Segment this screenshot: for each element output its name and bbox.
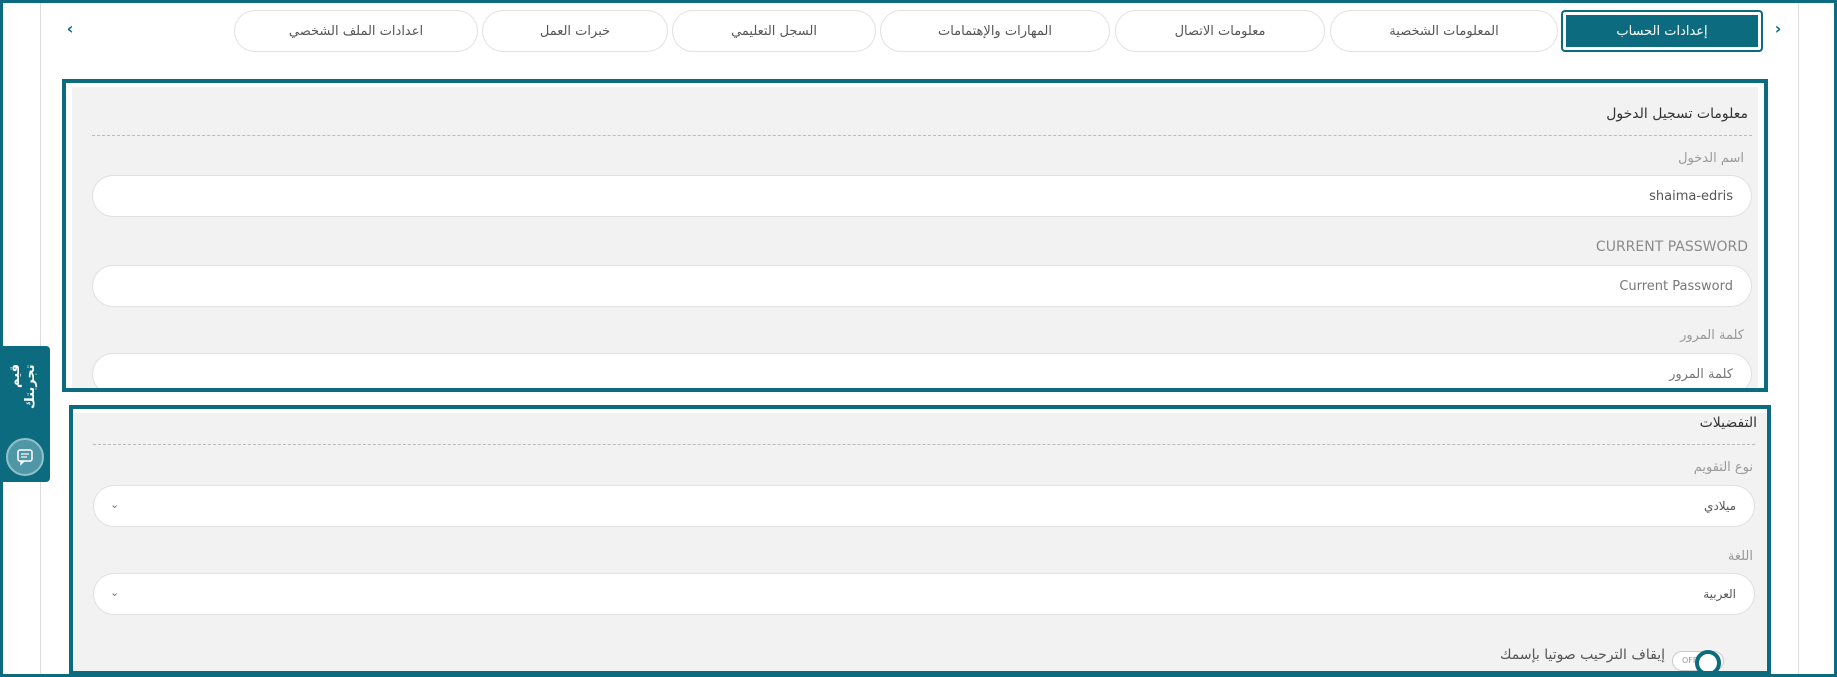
login-info-panel: معلومات تسجيل الدخول اسم الدخول shaima-e… [72,87,1758,388]
chevron-left-icon[interactable]: ‹ [62,18,78,38]
voice-greeting-label: إيقاف الترحيب صوتيا بإسمك [1499,647,1665,663]
left-gutter-rule [40,0,41,677]
language-label: اللغة [1727,549,1753,564]
tab-label: معلومات الاتصال [1174,23,1266,39]
feedback-label: قيم تجربتك [8,364,38,409]
current-password-field[interactable]: Current Password [92,265,1752,307]
section-divider [92,135,1752,136]
tab-label: المعلومات الشخصية [1389,23,1499,39]
calendar-type-value: ميلادي [1704,499,1736,513]
chevron-down-icon: ⌄ [110,586,120,599]
tab-label: اعدادات الملف الشخصي [288,23,424,39]
password-label: كلمة المرور [1680,328,1744,343]
current-password-label: CURRENT PASSWORD [1595,239,1748,255]
language-select[interactable]: ⌄ العربية [93,573,1755,615]
toggle-knob [1695,650,1721,671]
tab-work-experience[interactable]: خبرات العمل [482,10,668,52]
language-value: العربية [1703,587,1736,601]
profile-tabs-bar: › إعدادات الحساب المعلومات الشخصية معلوم… [0,0,1837,60]
calendar-type-label: نوع التقويم [1693,460,1753,475]
tab-contact-info[interactable]: معلومات الاتصال [1115,10,1325,52]
username-label: اسم الدخول [1678,151,1744,166]
chevron-down-icon: ⌄ [110,498,120,511]
username-field[interactable]: shaima-edris [92,175,1752,217]
tab-label: إعدادات الحساب [1616,23,1708,39]
password-placeholder: كلمة المرور [1669,366,1733,382]
tab-label: السجل التعليمي [731,23,817,39]
calendar-type-select[interactable]: ⌄ ميلادي [93,485,1755,527]
tab-skills-interests[interactable]: المهارات والإهتمامات [880,10,1110,52]
preferences-section: التفضيلات نوع التقويم ⌄ ميلادي اللغة ⌄ ا… [69,405,1771,675]
tab-profile-settings[interactable]: اعدادات الملف الشخصي [234,10,478,52]
current-password-placeholder: Current Password [1619,278,1733,294]
tab-label: المهارات والإهتمامات [937,23,1053,39]
voice-greeting-toggle[interactable]: OFF [1672,650,1724,671]
preferences-panel: التفضيلات نوع التقويم ⌄ ميلادي اللغة ⌄ ا… [73,413,1767,671]
password-field[interactable]: كلمة المرور [92,353,1752,388]
feedback-chat-icon [6,438,44,476]
section-title: معلومات تسجيل الدخول [1606,106,1748,122]
section-title: التفضيلات [1699,415,1757,431]
tab-personal-info[interactable]: المعلومات الشخصية [1330,10,1558,52]
right-gutter-rule [1798,0,1799,677]
tab-label: خبرات العمل [539,23,611,39]
chevron-right-icon[interactable]: › [1770,18,1786,38]
section-divider [93,444,1755,445]
username-value: shaima-edris [1649,188,1733,204]
tab-education-record[interactable]: السجل التعليمي [672,10,876,52]
login-info-section: معلومات تسجيل الدخول اسم الدخول shaima-e… [62,79,1768,392]
tab-account-settings[interactable]: إعدادات الحساب [1561,10,1763,52]
feedback-side-tab[interactable]: قيم تجربتك [0,346,50,482]
